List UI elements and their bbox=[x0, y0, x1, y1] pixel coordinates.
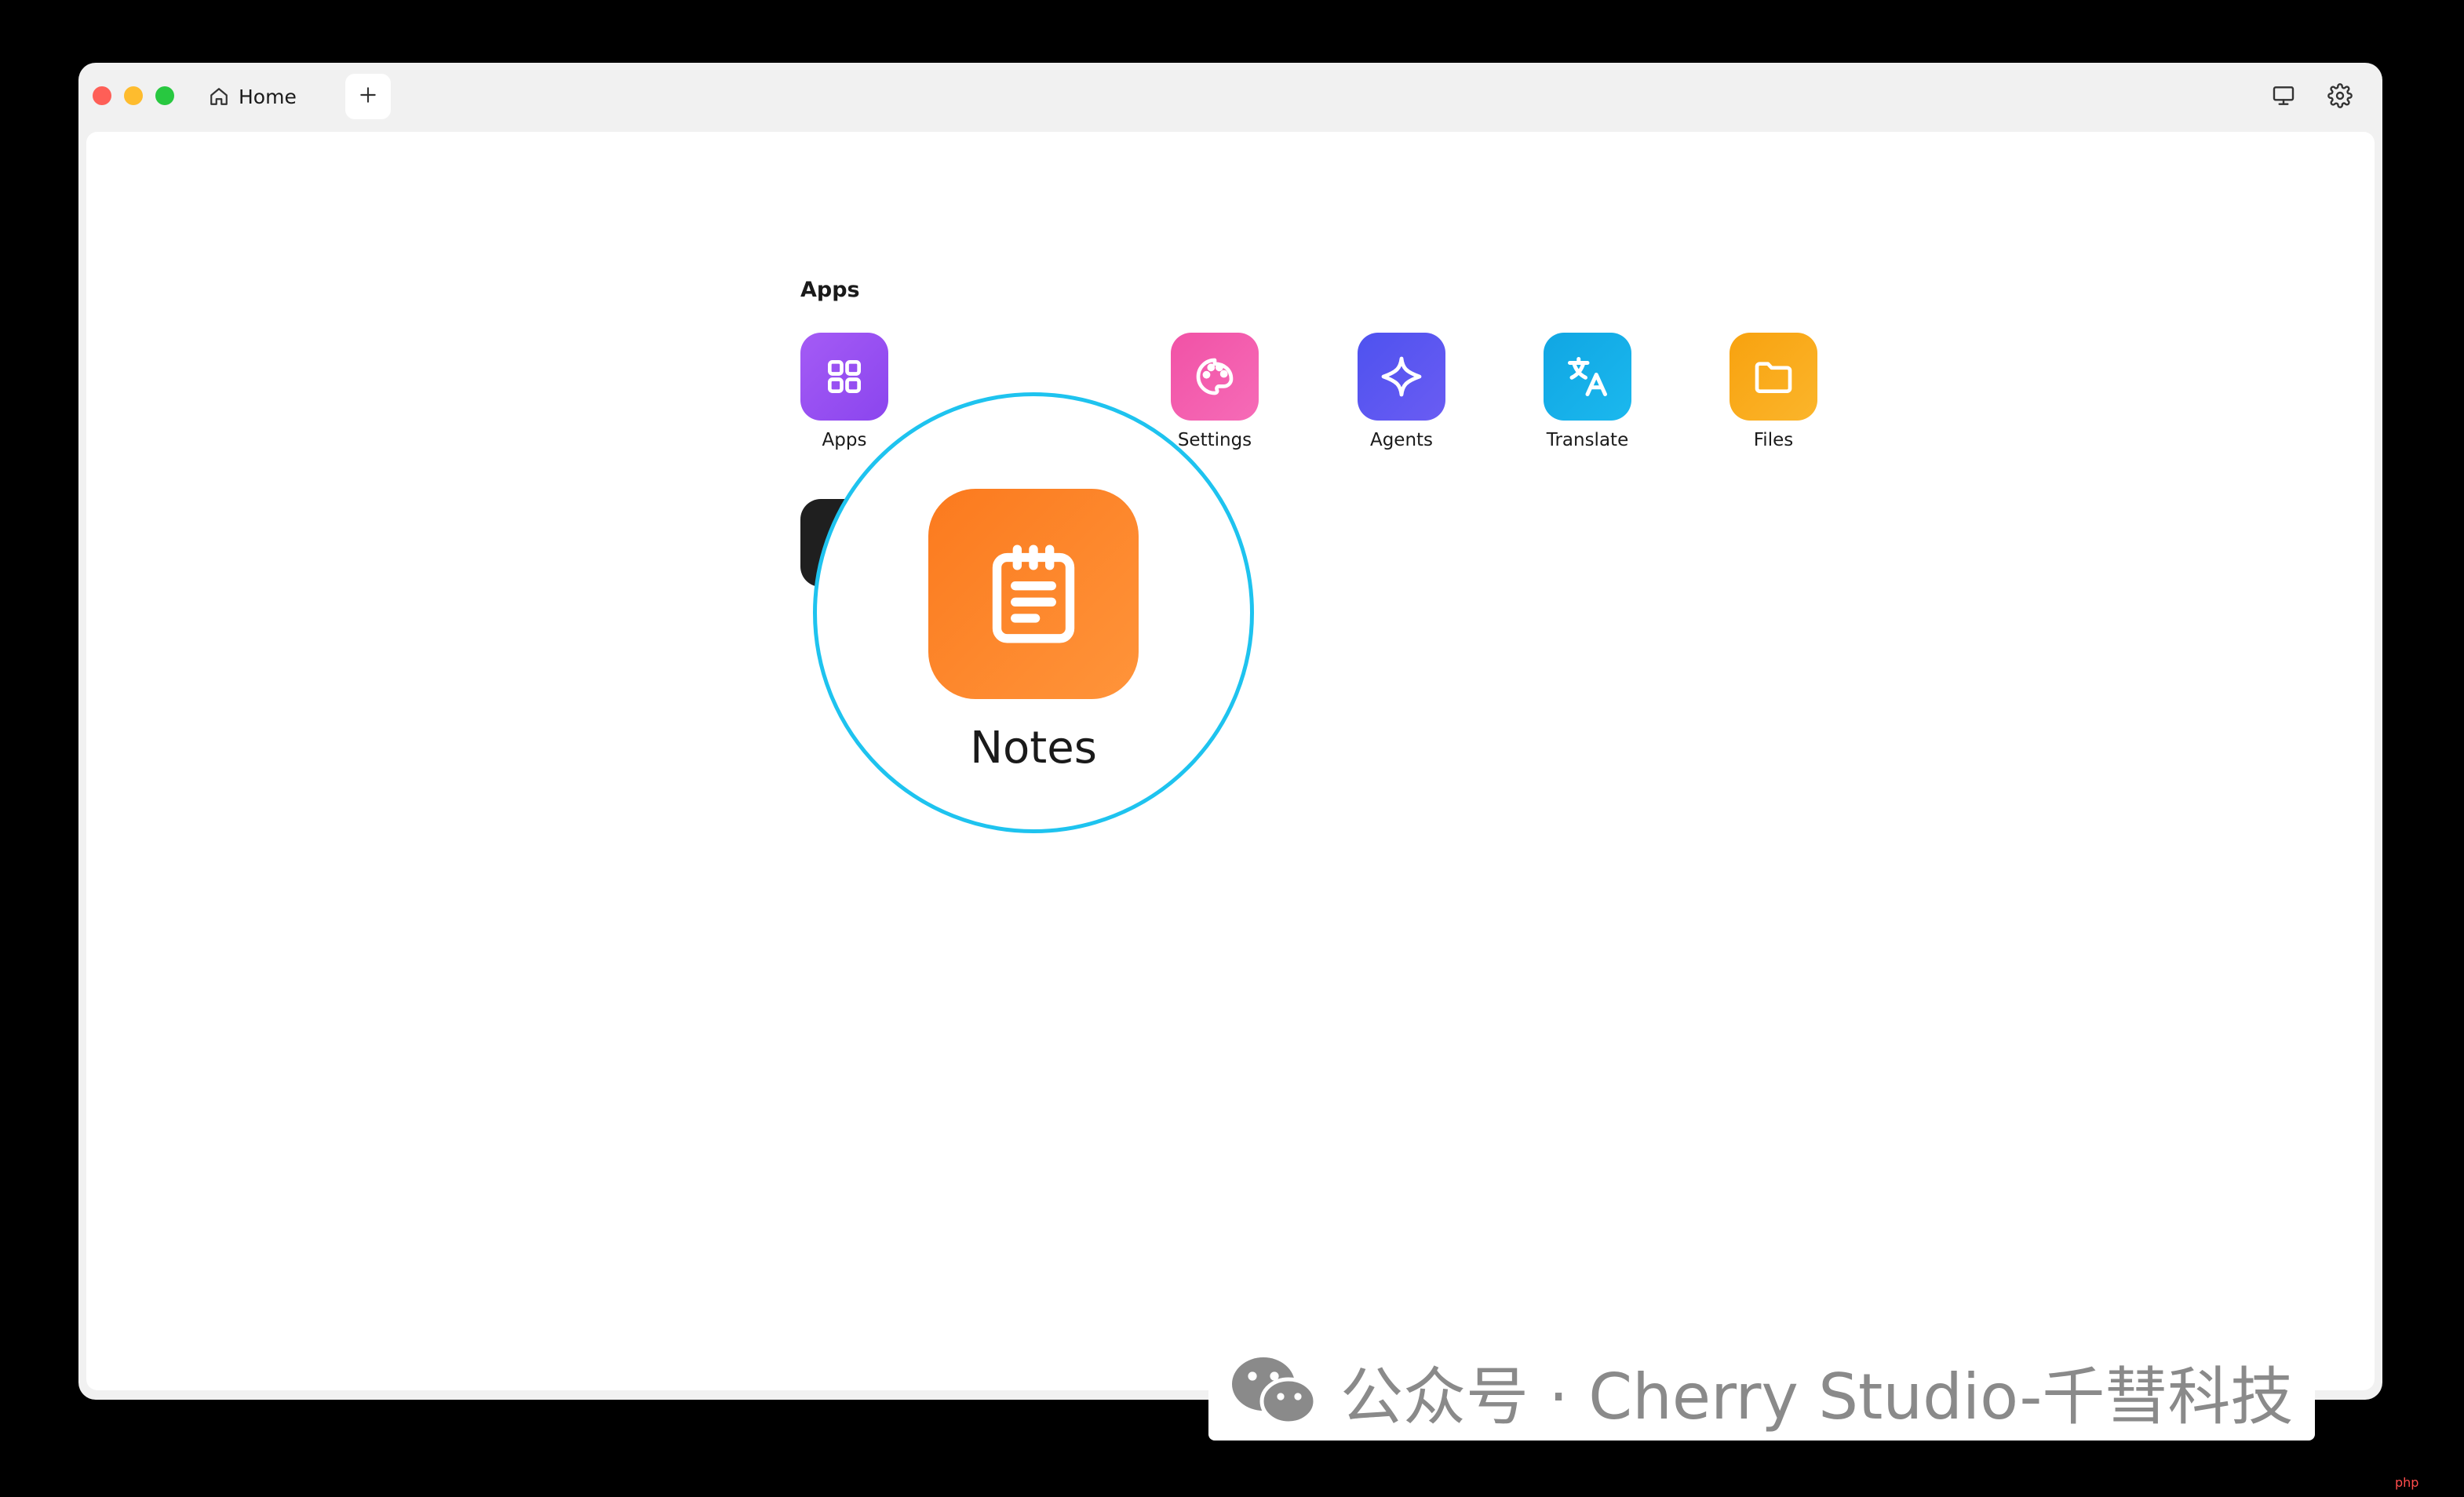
app-label: Agents bbox=[1369, 430, 1434, 450]
screen: Home Apps Apps Settings Agents Translate… bbox=[0, 0, 2464, 1497]
app-label: Settings bbox=[1177, 430, 1252, 450]
gear-icon bbox=[2327, 83, 2353, 111]
wechat-icon bbox=[1226, 1353, 1323, 1431]
plus-icon bbox=[358, 85, 378, 108]
minimize-window-button[interactable] bbox=[124, 86, 143, 105]
notepad-icon[interactable] bbox=[928, 489, 1139, 699]
close-window-button[interactable] bbox=[93, 86, 111, 105]
php-badge: php bbox=[2395, 1475, 2419, 1490]
title-bar: Home bbox=[78, 63, 2382, 132]
app-files[interactable]: Files bbox=[1695, 333, 1852, 450]
folder-icon bbox=[1730, 333, 1817, 421]
magnifier-callout: Notes bbox=[813, 392, 1254, 833]
maximize-window-button[interactable] bbox=[155, 86, 174, 105]
tab-home-label: Home bbox=[239, 85, 297, 108]
magnifier-label: Notes bbox=[970, 723, 1097, 774]
app-agents[interactable]: Agents bbox=[1323, 333, 1480, 450]
watermark-text: 公众号 · Cherry Studio-千彗科技 bbox=[1340, 1360, 2294, 1433]
display-mode-button[interactable] bbox=[2269, 83, 2298, 111]
new-tab-button[interactable] bbox=[345, 74, 391, 119]
sparkle-icon bbox=[1358, 333, 1445, 421]
home-icon bbox=[209, 86, 229, 107]
app-label: Files bbox=[1753, 430, 1794, 450]
palette-icon bbox=[1171, 333, 1259, 421]
app-window: Home Apps Apps Settings Agents Translate… bbox=[78, 63, 2382, 1400]
tab-home[interactable]: Home bbox=[209, 78, 297, 115]
app-label: Apps bbox=[822, 430, 867, 450]
app-label: Translate bbox=[1546, 430, 1629, 450]
apps-section-title: Apps bbox=[800, 278, 860, 302]
translate-icon bbox=[1544, 333, 1631, 421]
app-apps[interactable]: Apps bbox=[766, 333, 923, 450]
settings-button[interactable] bbox=[2326, 83, 2354, 111]
watermark: 公众号 · Cherry Studio-千彗科技 bbox=[1208, 1343, 2316, 1441]
monitor-icon bbox=[2271, 83, 2296, 111]
grid-icon bbox=[800, 333, 888, 421]
home-content: Apps Apps Settings Agents Translate File… bbox=[86, 132, 2375, 1390]
app-translate[interactable]: Translate bbox=[1509, 333, 1666, 450]
